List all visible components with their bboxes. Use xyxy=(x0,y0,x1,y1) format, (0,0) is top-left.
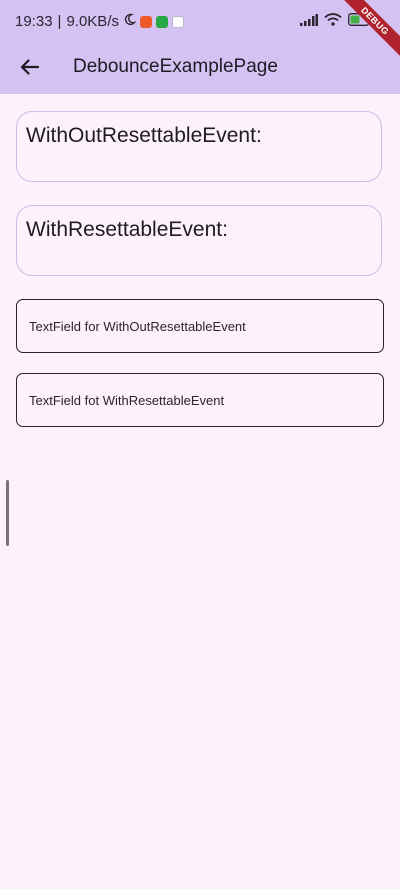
app-notification-icon xyxy=(171,15,184,28)
textfield-label: TextField fot WithResettableEvent xyxy=(29,393,225,408)
status-left: 19:33 | 9.0KB/s xyxy=(15,13,184,30)
page-title: DebounceExamplePage xyxy=(73,56,278,77)
with-resettable-event-textfield[interactable]: TextField fot WithResettableEvent xyxy=(16,373,384,427)
network-speed: 9.0KB/s xyxy=(66,13,119,30)
card-label: WithResettableEvent: xyxy=(26,218,228,241)
scrollbar-thumb[interactable] xyxy=(6,480,9,546)
app-notification-icon xyxy=(139,15,152,28)
without-resettable-event-textfield[interactable]: TextField for WithOutResettableEvent xyxy=(16,299,384,353)
with-resettable-event-card: WithResettableEvent: xyxy=(16,205,382,276)
moon-icon xyxy=(123,13,137,30)
back-button[interactable] xyxy=(14,54,44,84)
wifi-icon xyxy=(324,13,342,31)
textfield-label: TextField for WithOutResettableEvent xyxy=(29,319,246,334)
top-app-bar-area: 19:33 | 9.0KB/s DebounceExamplePage DEBU… xyxy=(0,0,400,94)
card-label: WithOutResettableEvent: xyxy=(26,124,262,147)
signal-icon xyxy=(300,13,318,31)
app-bar: DebounceExamplePage xyxy=(0,46,400,94)
status-time: 19:33 xyxy=(15,13,53,30)
status-bar: 19:33 | 9.0KB/s xyxy=(0,0,400,46)
without-resettable-event-card: WithOutResettableEvent: xyxy=(16,111,382,182)
app-notification-icon xyxy=(155,15,168,28)
status-separator: | xyxy=(57,13,62,30)
arrow-back-icon xyxy=(18,56,40,83)
